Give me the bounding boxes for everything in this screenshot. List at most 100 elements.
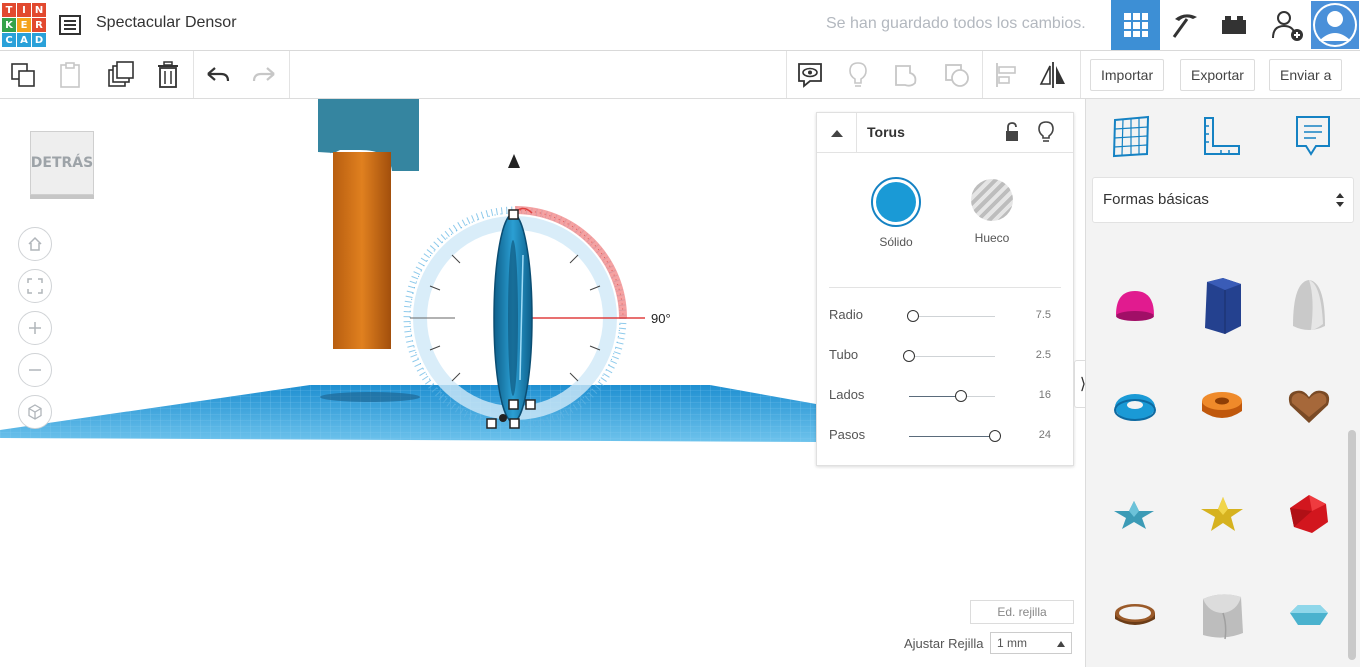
invite-user-button[interactable] bbox=[1262, 0, 1311, 50]
plus-icon bbox=[29, 322, 41, 334]
logo-letter: I bbox=[17, 3, 31, 17]
cylinder-shape[interactable] bbox=[333, 152, 391, 349]
design-list-icon[interactable] bbox=[58, 13, 82, 37]
ruler-tool-button[interactable] bbox=[1196, 111, 1246, 161]
design-title[interactable]: Spectacular Densor bbox=[96, 14, 237, 32]
light-bulb-button[interactable] bbox=[835, 51, 881, 98]
light-button[interactable] bbox=[1037, 121, 1055, 143]
shape-icosahedron[interactable] bbox=[1279, 484, 1339, 544]
export-button[interactable]: Exportar bbox=[1180, 59, 1255, 91]
shape-polygon[interactable] bbox=[1192, 276, 1252, 336]
avatar[interactable] bbox=[1311, 1, 1359, 49]
paste-button[interactable] bbox=[47, 51, 93, 98]
snap-grid-label: Ajustar Rejilla bbox=[904, 636, 984, 651]
panel-scrollbar[interactable] bbox=[1348, 430, 1356, 660]
home-view-button[interactable] bbox=[18, 227, 52, 261]
pickaxe-icon bbox=[1172, 14, 1197, 38]
radio-slider[interactable] bbox=[907, 310, 995, 322]
shape-star-gold[interactable] bbox=[1192, 484, 1252, 544]
copy-icon bbox=[11, 62, 35, 87]
ortho-view-button[interactable] bbox=[18, 395, 52, 429]
solid-option[interactable]: Sólido bbox=[867, 177, 925, 251]
param-value[interactable]: 7.5 bbox=[1036, 309, 1051, 321]
delete-button[interactable] bbox=[145, 51, 191, 98]
param-value[interactable]: 16 bbox=[1039, 389, 1051, 401]
group-button[interactable] bbox=[884, 51, 930, 98]
group-icon bbox=[895, 64, 917, 87]
slider-knob[interactable] bbox=[907, 310, 920, 322]
shape-ring[interactable] bbox=[1105, 585, 1165, 645]
work-plane-grid[interactable] bbox=[0, 385, 816, 442]
ungroup-button[interactable] bbox=[934, 51, 980, 98]
import-button[interactable]: Importar bbox=[1090, 59, 1165, 91]
mirror-icon bbox=[1039, 61, 1065, 88]
slider-knob[interactable] bbox=[989, 430, 1001, 442]
rotation-angle-label: 90° bbox=[651, 311, 671, 326]
minecraft-view-button[interactable] bbox=[1160, 0, 1209, 50]
param-value[interactable]: 24 bbox=[1039, 429, 1051, 441]
send-to-button[interactable]: Enviar a bbox=[1269, 59, 1343, 91]
fit-icon bbox=[27, 278, 43, 294]
param-value[interactable]: 2.5 bbox=[1036, 349, 1051, 361]
lock-button[interactable] bbox=[1003, 122, 1021, 142]
shape-paraboloid[interactable] bbox=[1279, 276, 1339, 336]
duplicate-button[interactable] bbox=[97, 51, 143, 98]
save-status: Se han guardado todos los cambios. bbox=[826, 15, 1086, 32]
param-row-tubo: Tubo 2.5 bbox=[817, 343, 1073, 373]
snap-grid-select[interactable]: 1 mm bbox=[990, 632, 1072, 654]
logo-letter: T bbox=[2, 3, 16, 17]
bricks-icon bbox=[1221, 16, 1246, 34]
copy-button[interactable] bbox=[0, 51, 46, 98]
pasos-slider[interactable] bbox=[909, 430, 1001, 442]
minus-icon bbox=[29, 369, 41, 371]
zoom-out-button[interactable] bbox=[18, 353, 52, 387]
solid-swatch bbox=[876, 182, 916, 222]
eye-comment-icon bbox=[798, 62, 822, 88]
param-label: Tubo bbox=[829, 347, 859, 362]
align-button[interactable] bbox=[983, 51, 1029, 98]
shape-rounded-roof[interactable] bbox=[1192, 585, 1252, 645]
lados-slider[interactable] bbox=[909, 390, 995, 402]
redo-button[interactable] bbox=[241, 51, 287, 98]
view-cube[interactable]: DETRÁS bbox=[30, 131, 94, 199]
solid-label: Sólido bbox=[879, 235, 913, 249]
zoom-in-button[interactable] bbox=[18, 311, 52, 345]
slider-fill bbox=[909, 396, 961, 397]
tubo-slider[interactable] bbox=[903, 350, 995, 362]
top-bar: T I N K E R C A D Spectacular Densor Se … bbox=[0, 0, 1360, 51]
shape-torus[interactable] bbox=[1105, 377, 1165, 437]
hole-option[interactable]: Hueco bbox=[963, 177, 1021, 251]
ruler-icon bbox=[1204, 117, 1240, 155]
cube-icon bbox=[28, 404, 42, 420]
shape-diamond[interactable] bbox=[1279, 585, 1339, 645]
3d-design-view-button[interactable] bbox=[1111, 0, 1160, 50]
shape-tube[interactable] bbox=[1192, 377, 1252, 437]
shape-category-select[interactable]: Formas básicas bbox=[1092, 177, 1354, 223]
workplane-tool-button[interactable] bbox=[1106, 111, 1156, 161]
hole-label: Hueco bbox=[974, 231, 1010, 245]
undo-button[interactable] bbox=[195, 51, 241, 98]
edit-grid-button[interactable]: Ed. rejilla bbox=[970, 600, 1074, 624]
torus-shape[interactable] bbox=[493, 213, 533, 423]
shape-name: Torus bbox=[867, 124, 905, 140]
duplicate-icon bbox=[108, 60, 134, 87]
mirror-button[interactable] bbox=[1030, 51, 1076, 98]
slider-knob[interactable] bbox=[903, 350, 915, 362]
caret-up-icon bbox=[1057, 641, 1065, 647]
notes-tool-button[interactable] bbox=[1288, 111, 1338, 161]
fit-view-button[interactable] bbox=[18, 269, 52, 303]
param-row-lados: Lados 16 bbox=[817, 383, 1073, 413]
paste-icon bbox=[60, 61, 80, 88]
shape-half-sphere[interactable] bbox=[1105, 276, 1165, 336]
bricks-view-button[interactable] bbox=[1209, 0, 1258, 50]
shape-star[interactable] bbox=[1105, 484, 1165, 544]
snap-grid-value: 1 mm bbox=[997, 636, 1027, 650]
slider-knob[interactable] bbox=[954, 390, 967, 402]
shapes-panel: Formas básicas bbox=[1085, 99, 1360, 667]
tinkercad-logo[interactable]: T I N K E R C A D bbox=[2, 3, 46, 47]
ungroup-icon bbox=[945, 63, 969, 87]
notes-toggle-button[interactable] bbox=[787, 51, 833, 98]
collapse-inspector-button[interactable] bbox=[817, 113, 857, 152]
shape-category-value: Formas básicas bbox=[1103, 191, 1209, 208]
shape-heart[interactable] bbox=[1279, 377, 1339, 437]
